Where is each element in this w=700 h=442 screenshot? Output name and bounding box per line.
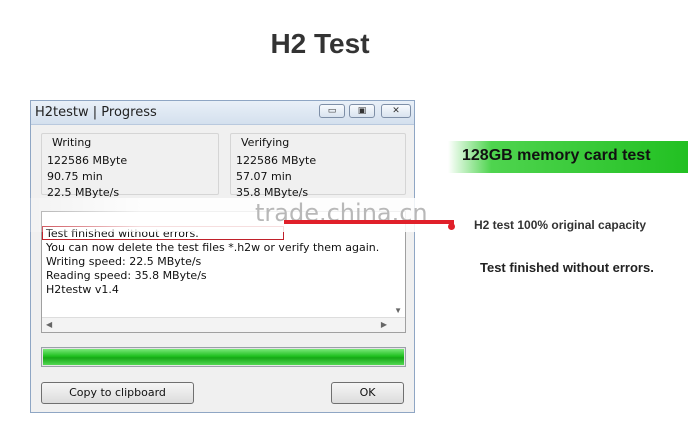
result-text: Test finished without errors.: [480, 260, 654, 275]
callout-dot: [448, 223, 455, 230]
writing-size: 122586 MByte: [47, 154, 128, 167]
title-bar[interactable]: H2testw | Progress ▭ ▣ ✕: [31, 101, 414, 125]
log-line: You can now delete the test files *.h2w …: [46, 241, 380, 254]
close-button[interactable]: ✕: [381, 104, 411, 118]
scroll-right-icon[interactable]: ▶: [381, 320, 387, 329]
verifying-label: Verifying: [239, 136, 292, 149]
log-line: Writing speed: 22.5 MByte/s: [46, 255, 202, 268]
progress-fill: [43, 349, 404, 365]
h2testw-window: H2testw | Progress ▭ ▣ ✕ Writing 122586 …: [30, 100, 415, 413]
log-line: Reading speed: 35.8 MByte/s: [46, 269, 207, 282]
page-title: H2 Test: [270, 28, 370, 59]
window-title: H2testw | Progress: [35, 105, 157, 120]
copy-to-clipboard-button[interactable]: Copy to clipboard: [41, 382, 194, 404]
verifying-time: 57.07 min: [236, 170, 292, 183]
verifying-size: 122586 MByte: [236, 154, 317, 167]
scroll-left-icon[interactable]: ◀: [46, 320, 52, 329]
writing-label: Writing: [50, 136, 94, 149]
verifying-group: Verifying 122586 MByte 57.07 min 35.8 MB…: [230, 133, 406, 199]
callout-line: [284, 220, 454, 224]
capacity-subtext: H2 test 100% original capacity: [474, 218, 647, 232]
badge-text: 128GB memory card test: [462, 147, 651, 164]
horizontal-scrollbar[interactable]: ◀ ▶: [42, 317, 405, 332]
writing-time: 90.75 min: [47, 170, 103, 183]
minimize-button[interactable]: ▭: [319, 104, 345, 118]
scroll-down-icon[interactable]: ▼: [394, 306, 402, 315]
progress-bar: [41, 347, 406, 367]
ok-button[interactable]: OK: [331, 382, 404, 404]
writing-group: Writing 122586 MByte 90.75 min 22.5 MByt…: [41, 133, 219, 199]
maximize-button[interactable]: ▣: [349, 104, 375, 118]
log-line: H2testw v1.4: [46, 283, 119, 296]
